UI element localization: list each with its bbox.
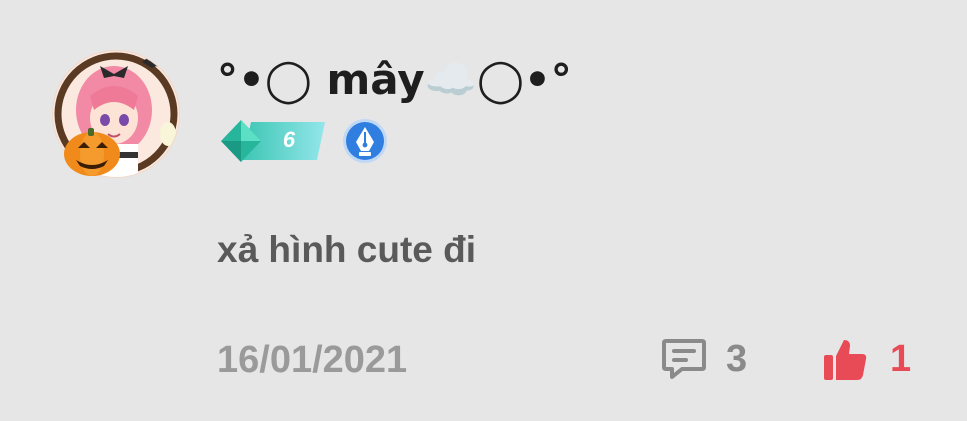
level-badge[interactable]: 6 [221,120,325,162]
pen-nib-badge-icon [343,119,387,163]
avatar[interactable] [50,48,182,180]
post-message: xả hình cute đi [217,229,477,270]
avatar-image [52,50,180,178]
comment-count: 3 [726,337,748,380]
thumbs-up-icon [824,340,867,380]
post-date: 16/01/2021 [217,339,408,381]
level-number: 6 [282,127,296,152]
diamond-level-icon [221,120,325,162]
comment-button[interactable]: 3 [660,331,747,387]
pen-badge[interactable] [342,118,388,164]
username[interactable]: °•◯ mây☁️◯•° [217,50,572,110]
like-count: 1 [890,337,912,380]
like-button[interactable]: 1 [822,331,911,387]
comment-icon [662,339,706,379]
